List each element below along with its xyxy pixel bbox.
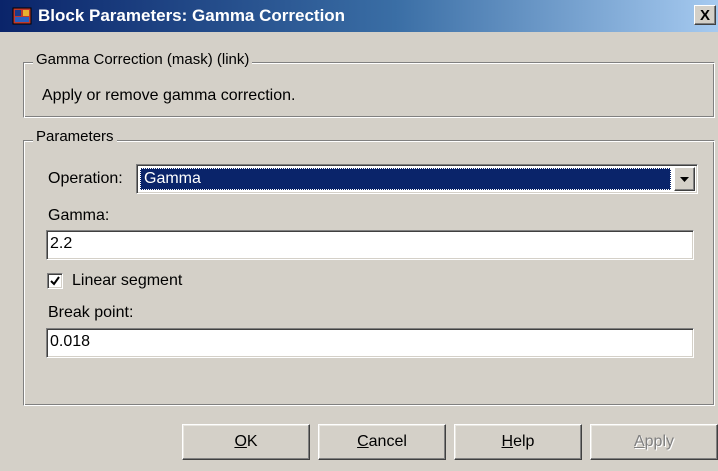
gamma-label: Gamma: xyxy=(48,207,110,224)
help-button[interactable]: Help xyxy=(454,424,582,460)
cancel-button-mnemonic: C xyxy=(357,433,369,450)
description-text: Apply or remove gamma correction. xyxy=(42,87,296,104)
help-button-label: elp xyxy=(513,433,535,450)
linear-segment-label[interactable]: Linear segment xyxy=(72,272,182,290)
close-button[interactable]: X xyxy=(694,5,716,25)
description-group-legend: Gamma Correction (mask) (link) xyxy=(33,51,253,68)
apply-button-mnemonic: A xyxy=(633,433,645,450)
break-point-input[interactable]: 0.018 xyxy=(46,328,694,358)
operation-selected-value: Gamma xyxy=(140,168,671,190)
operation-label: Operation: xyxy=(48,170,123,187)
ok-button-mnemonic: O xyxy=(234,433,247,450)
close-icon: X xyxy=(699,6,710,24)
ok-button-label: K xyxy=(246,433,258,450)
window-title: Block Parameters: Gamma Correction xyxy=(38,6,346,25)
break-point-label: Break point: xyxy=(48,304,134,321)
cancel-button[interactable]: Cancel xyxy=(318,424,446,460)
checkmark-icon xyxy=(50,276,60,286)
apply-button[interactable]: Apply xyxy=(590,424,718,460)
help-button-mnemonic: H xyxy=(501,433,514,450)
parameters-group-legend: Parameters xyxy=(33,128,117,145)
gamma-input[interactable]: 2.2 xyxy=(46,230,694,260)
title-bar[interactable]: Block Parameters: Gamma Correction X xyxy=(0,0,718,32)
ok-button[interactable]: OK xyxy=(182,424,310,460)
dropdown-button[interactable] xyxy=(674,167,695,191)
linear-segment-checkbox[interactable] xyxy=(47,273,63,289)
cancel-button-label: ancel xyxy=(368,433,407,450)
chevron-down-icon xyxy=(680,176,689,182)
operation-dropdown[interactable]: Gamma xyxy=(136,164,698,194)
simulink-block-icon xyxy=(12,6,32,26)
apply-button-label: pply xyxy=(644,433,675,450)
